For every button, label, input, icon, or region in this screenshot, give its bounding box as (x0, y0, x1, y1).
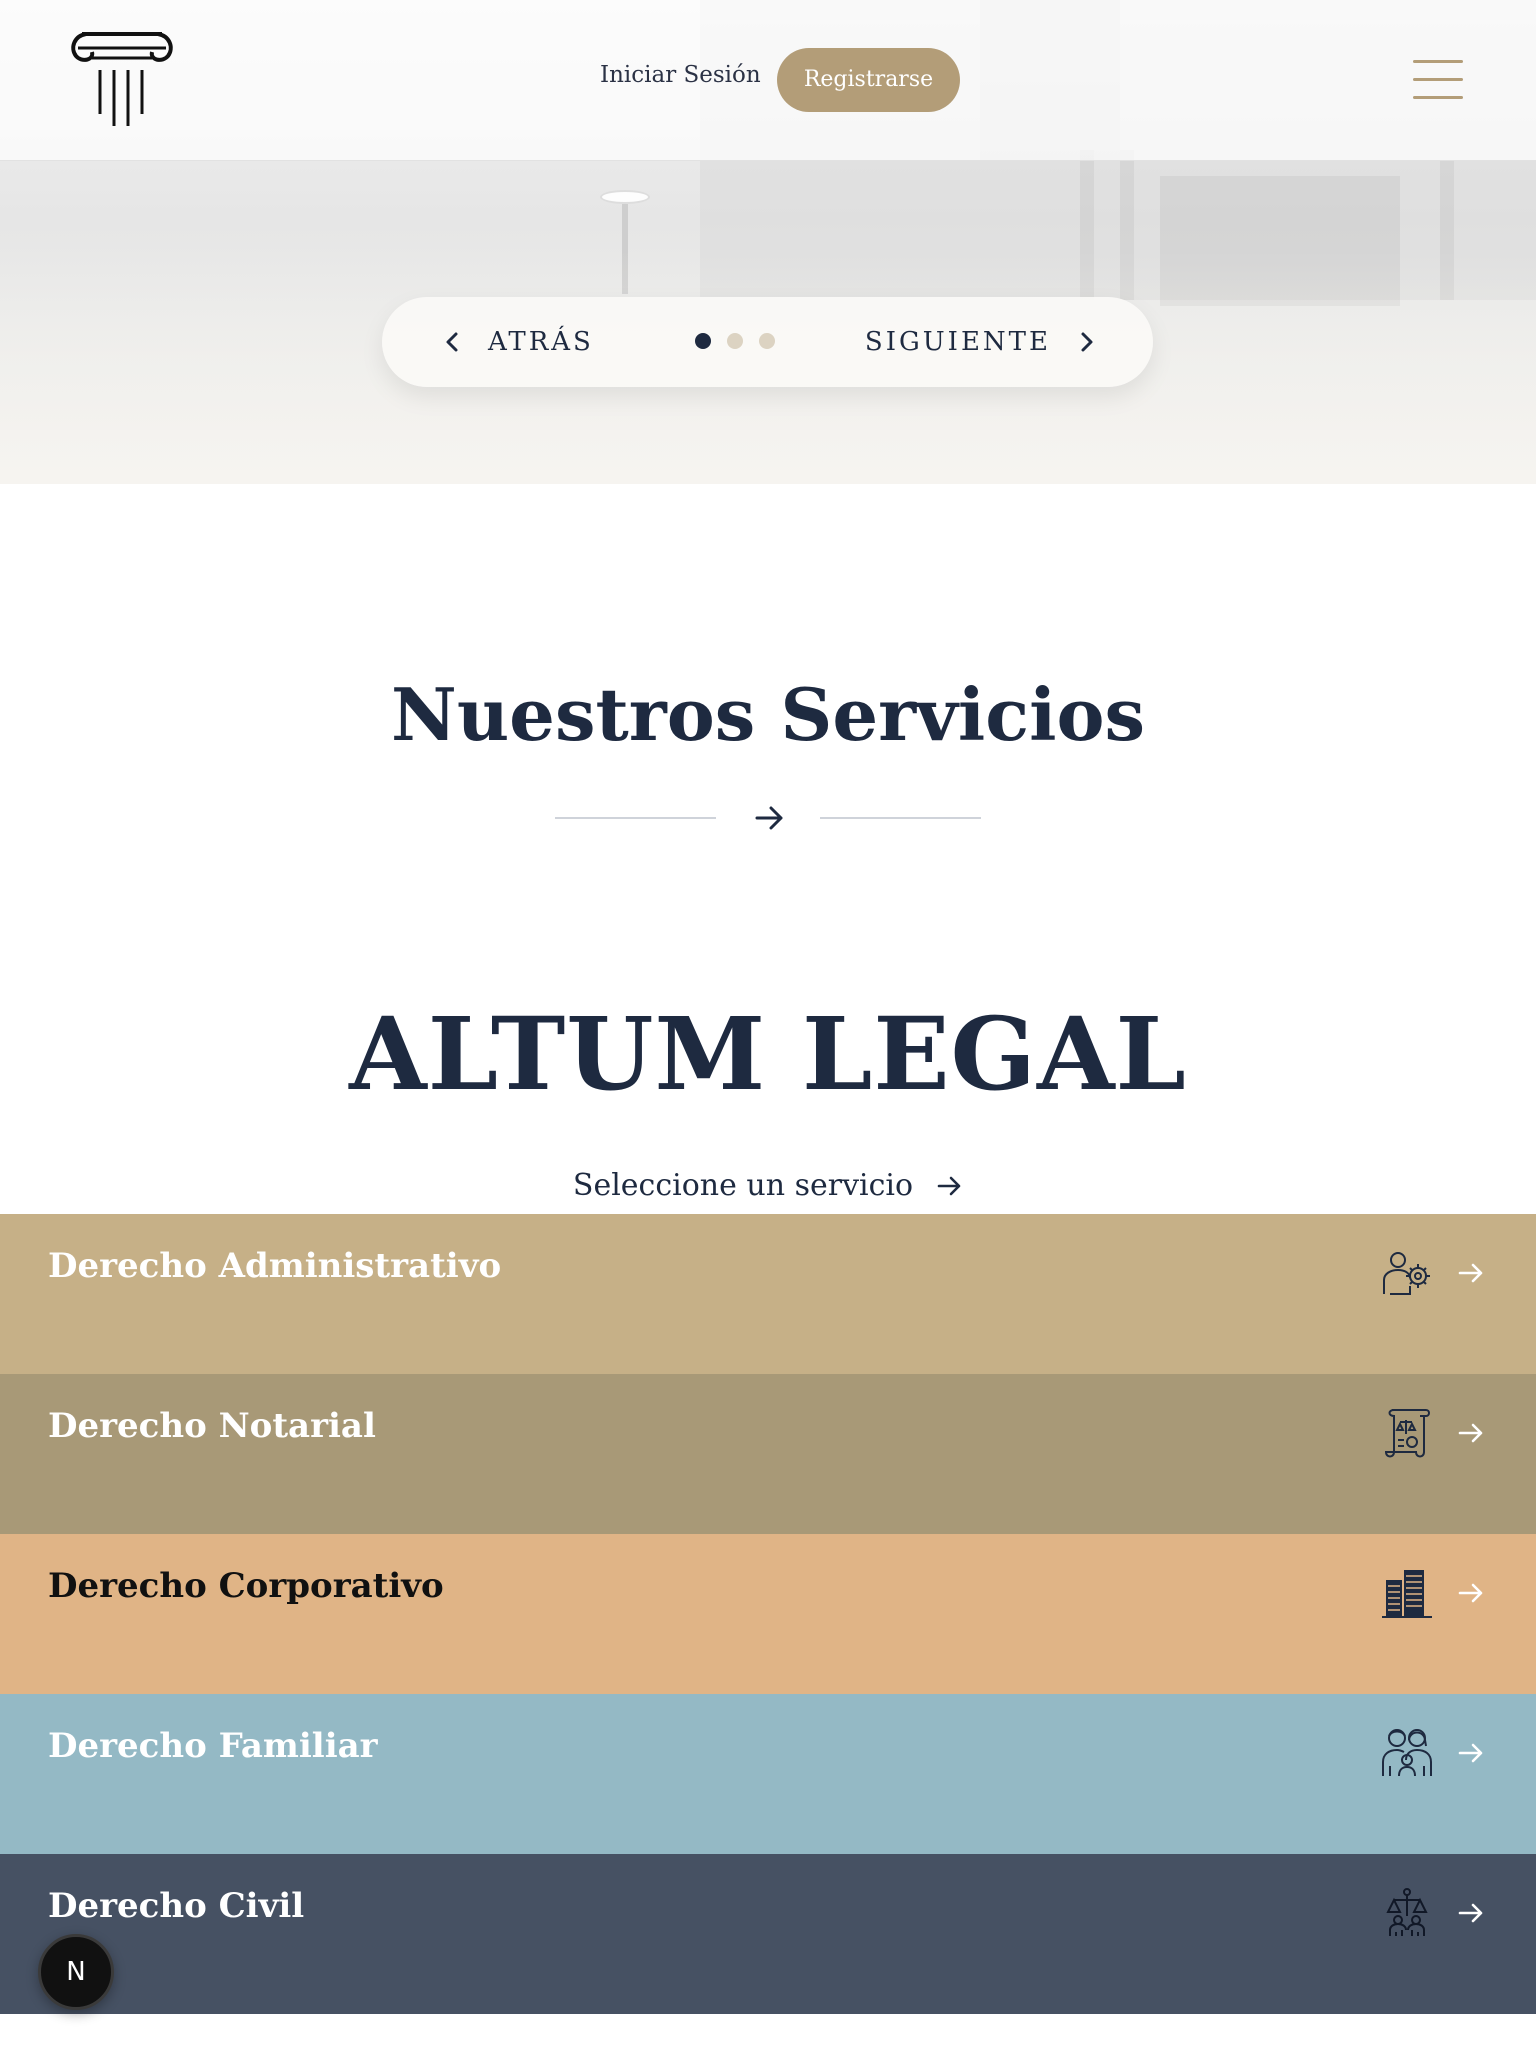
arrow-right-icon (1458, 1583, 1483, 1603)
arrow-right-icon (755, 806, 783, 830)
hero-banner: Iniciar Sesión Registrarse ATRÁS SIGUIEN… (0, 0, 1536, 484)
slider-dots (695, 333, 775, 349)
notary-scroll-icon (1384, 1409, 1430, 1458)
slider-next-button[interactable]: SIGUIENTE (865, 321, 1097, 363)
admin-gear-people-icon (1383, 1252, 1430, 1295)
civil-justice-icon (1386, 1888, 1428, 1936)
arrow-right-icon (1458, 1263, 1483, 1283)
select-service-label: Seleccione un servicio (572, 1168, 914, 1203)
slider-dot-3[interactable] (759, 333, 775, 349)
title-divider (555, 800, 981, 836)
arrow-right-icon (1458, 1423, 1483, 1443)
floating-action-button[interactable]: N (38, 1934, 114, 2010)
service-label: Derecho Corporativo (48, 1566, 444, 1606)
column-logo-icon[interactable] (70, 30, 174, 130)
chevron-right-icon (1081, 332, 1093, 352)
arrow-right-icon (1458, 1903, 1483, 1923)
chevron-left-icon (446, 332, 458, 352)
login-link[interactable]: Iniciar Sesión (600, 62, 761, 88)
service-item-corporativo[interactable]: Derecho Corporativo (0, 1534, 1536, 1694)
arrow-right-icon (1458, 1743, 1483, 1763)
top-navbar: Iniciar Sesión Registrarse (0, 0, 1536, 161)
service-label: Derecho Civil (48, 1886, 305, 1926)
corporate-buildings-icon (1382, 1570, 1432, 1618)
service-label: Derecho Notarial (48, 1406, 376, 1446)
service-item-civil[interactable]: Derecho Civil (0, 1854, 1536, 2014)
brand-heading: ALTUM LEGAL (349, 995, 1187, 1113)
slider-navigation: ATRÁS SIGUIENTE (382, 297, 1153, 387)
slider-prev-label: ATRÁS (488, 327, 594, 357)
services-list: Derecho Administrativo Derecho Notarial (0, 1214, 1536, 2014)
slider-next-label: SIGUIENTE (864, 327, 1051, 357)
service-label: Derecho Familiar (48, 1726, 378, 1766)
register-button[interactable]: Registrarse (777, 48, 960, 112)
floating-button-label: N (66, 1957, 86, 1987)
service-item-familiar[interactable]: Derecho Familiar (0, 1694, 1536, 1854)
slider-prev-button[interactable]: ATRÁS (442, 321, 594, 363)
service-item-administrativo[interactable]: Derecho Administrativo (0, 1214, 1536, 1374)
service-item-notarial[interactable]: Derecho Notarial (0, 1374, 1536, 1534)
slider-dot-2[interactable] (727, 333, 743, 349)
slider-dot-1[interactable] (695, 333, 711, 349)
select-service-prompt: Seleccione un servicio (0, 1168, 1536, 1203)
hamburger-menu-icon[interactable] (1413, 58, 1463, 100)
services-title: Nuestros Servicios (391, 672, 1145, 757)
arrow-right-icon (937, 1176, 961, 1195)
family-people-icon (1382, 1729, 1432, 1777)
service-label: Derecho Administrativo (48, 1246, 502, 1286)
